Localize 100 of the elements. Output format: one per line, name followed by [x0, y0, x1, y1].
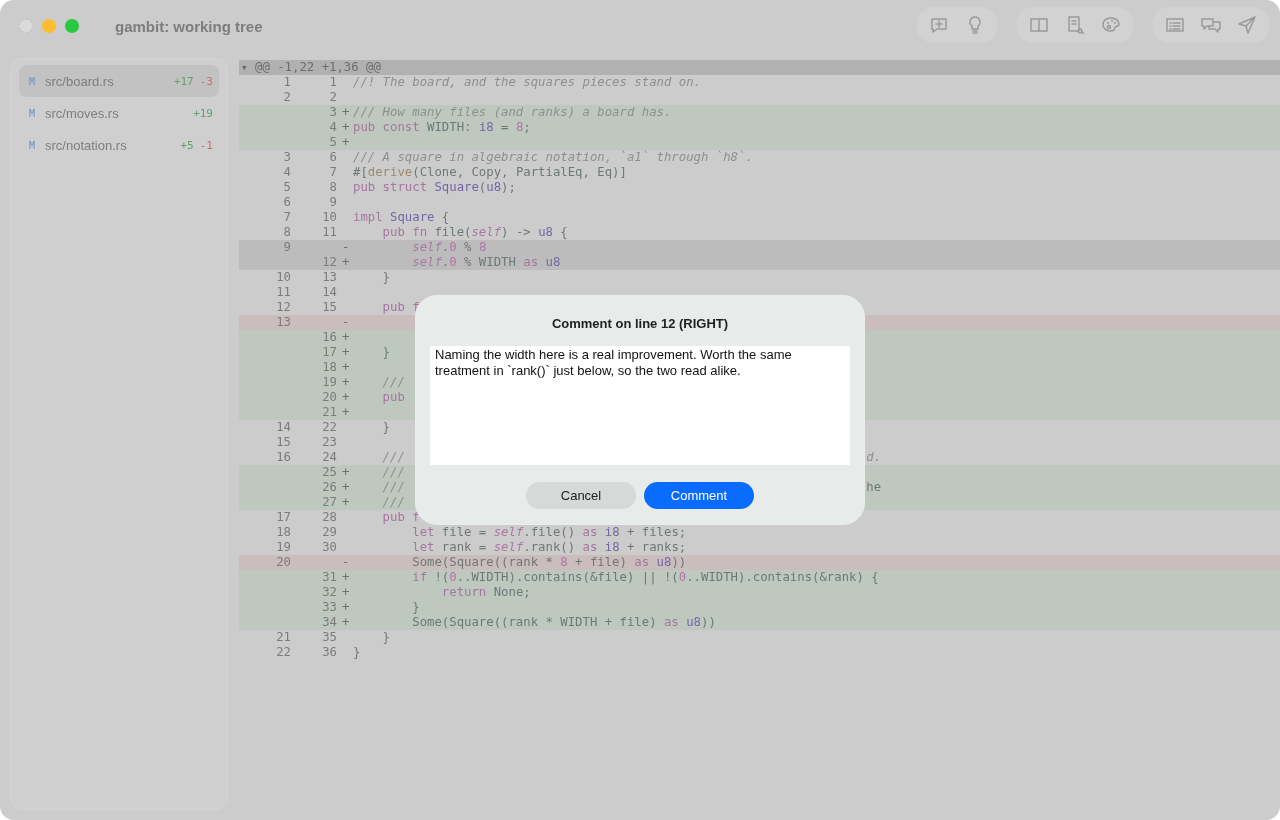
code-line: //! The board, and the squares pieces stand on.	[353, 75, 701, 90]
code-line: impl Square {	[353, 210, 450, 225]
dialog-title: Comment on line 12 (RIGHT)	[551, 316, 729, 331]
line-number: 21	[275, 630, 291, 645]
minimize-button[interactable]	[42, 19, 56, 33]
line-number: 35	[321, 630, 337, 645]
line-number: 15	[275, 435, 291, 450]
code-fragment: he	[866, 480, 882, 495]
line-number: 5	[328, 135, 337, 150]
line-number: 24	[321, 450, 337, 465]
zoom-button[interactable]	[65, 19, 79, 33]
file-list-item[interactable]: M src/notation.rs +5 -1	[19, 129, 219, 161]
collapse-toggle[interactable]: ▾	[239, 60, 255, 75]
line-number: 10	[275, 270, 291, 285]
code-line: }	[381, 345, 391, 360]
diff-sign: +	[341, 465, 351, 480]
diff-sign: -	[341, 555, 351, 570]
diff-sign: +	[341, 135, 351, 150]
line-number: 34	[321, 615, 337, 630]
added-count: +5	[180, 138, 194, 152]
line-number: 27	[321, 495, 337, 510]
diff-sign: +	[341, 330, 351, 345]
diff-sign: +	[341, 120, 351, 135]
code-line: return None;	[440, 585, 531, 600]
line-number: 5	[282, 180, 291, 195]
line-number: 31	[321, 570, 337, 585]
line-number: 3	[282, 150, 291, 165]
line-number: 8	[282, 225, 291, 240]
line-number: 13	[321, 270, 337, 285]
added-count: +19	[193, 106, 213, 120]
added-count: +17	[173, 74, 194, 88]
line-number: 20	[275, 555, 291, 570]
line-number: 13	[275, 315, 291, 330]
file-path: src/notation.rs	[45, 137, 128, 153]
file-path: src/moves.rs	[45, 105, 120, 121]
line-number: 2	[328, 90, 337, 105]
diff-sign: -	[341, 240, 351, 255]
line-number: 22	[275, 645, 291, 660]
code-line: }	[381, 420, 391, 435]
diff-sign: +	[341, 495, 351, 510]
line-number: 11	[321, 225, 337, 240]
code-line: ///	[381, 495, 405, 510]
line-number: 28	[321, 510, 337, 525]
code-line: /// A square in algebraic notation, `a1` through `h8`.	[353, 150, 753, 165]
line-number: 30	[321, 540, 337, 555]
comment-field[interactable]: Naming the width here is a real improvement. Worth the same treatment in `rank()` just below, so the two read alike.	[430, 346, 850, 465]
code-line: }	[381, 270, 391, 285]
file-path: src/board.rs	[45, 73, 115, 89]
cancel-button[interactable]: Cancel	[526, 482, 636, 509]
line-number: 21	[321, 405, 337, 420]
diff-sign: +	[341, 345, 351, 360]
line-number: 4	[328, 120, 337, 135]
comment-button[interactable]: Comment	[644, 482, 754, 509]
code-line: }	[353, 645, 361, 660]
file-status: M	[29, 75, 37, 87]
file-status: M	[29, 139, 37, 151]
line-number: 1	[328, 75, 337, 90]
removed-count: -3	[199, 74, 213, 88]
diff-sign: +	[341, 375, 351, 390]
line-number: 17	[275, 510, 291, 525]
line-number: 9	[328, 195, 337, 210]
line-number: 19	[275, 540, 291, 555]
line-number: 16	[275, 450, 291, 465]
diff-sign: +	[341, 105, 351, 120]
code-line: }	[381, 630, 391, 645]
window-title: gambit: working tree	[115, 17, 263, 35]
line-number: 25	[321, 465, 337, 480]
line-number: 23	[321, 435, 337, 450]
file-list-item[interactable]: M src/moves.rs +19	[19, 97, 219, 129]
code-line: ///	[381, 465, 405, 480]
code-fragment: d.	[866, 450, 882, 465]
code-line: /// How many files (and ranks) a board has.	[353, 105, 672, 120]
code-line: #[derive(Clone, Copy, PartialEq, Eq)]	[353, 165, 627, 180]
code-line: ///	[381, 480, 405, 495]
code-line: Some(Square((rank * WIDTH + file) as u8))	[411, 615, 716, 630]
line-number: 7	[282, 210, 291, 225]
code-line: pub fn file(self) -> u8 {	[381, 225, 568, 240]
file-status: M	[29, 107, 37, 119]
file-list-item[interactable]: M src/board.rs +17 -3	[19, 65, 219, 97]
diff-sign: +	[341, 615, 351, 630]
diff-sign: +	[341, 600, 351, 615]
diff-sign: +	[341, 585, 351, 600]
code-line: if !(0..WIDTH).contains(&file) || !(0..WIDTH).contains(&rank) {	[411, 570, 879, 585]
line-number: 11	[275, 285, 291, 300]
line-number: 18	[321, 360, 337, 375]
line-number: 29	[321, 525, 337, 540]
line-number: 2	[282, 90, 291, 105]
line-number: 14	[275, 420, 291, 435]
code-line: let file = self.file() as i8 + files;	[411, 525, 687, 540]
diff-sign: +	[341, 390, 351, 405]
line-number: 7	[328, 165, 337, 180]
line-number: 16	[321, 330, 337, 345]
code-line: Some(Square((rank * 8 + file) as u8))	[411, 555, 687, 570]
code-line: self.0 % WIDTH as u8	[411, 255, 561, 270]
line-number: 26	[321, 480, 337, 495]
code-line: pub	[381, 390, 405, 405]
code-line: pub f	[381, 300, 420, 315]
line-number: 4	[282, 165, 291, 180]
code-line: ///	[381, 375, 405, 390]
removed-count: -1	[199, 138, 213, 152]
